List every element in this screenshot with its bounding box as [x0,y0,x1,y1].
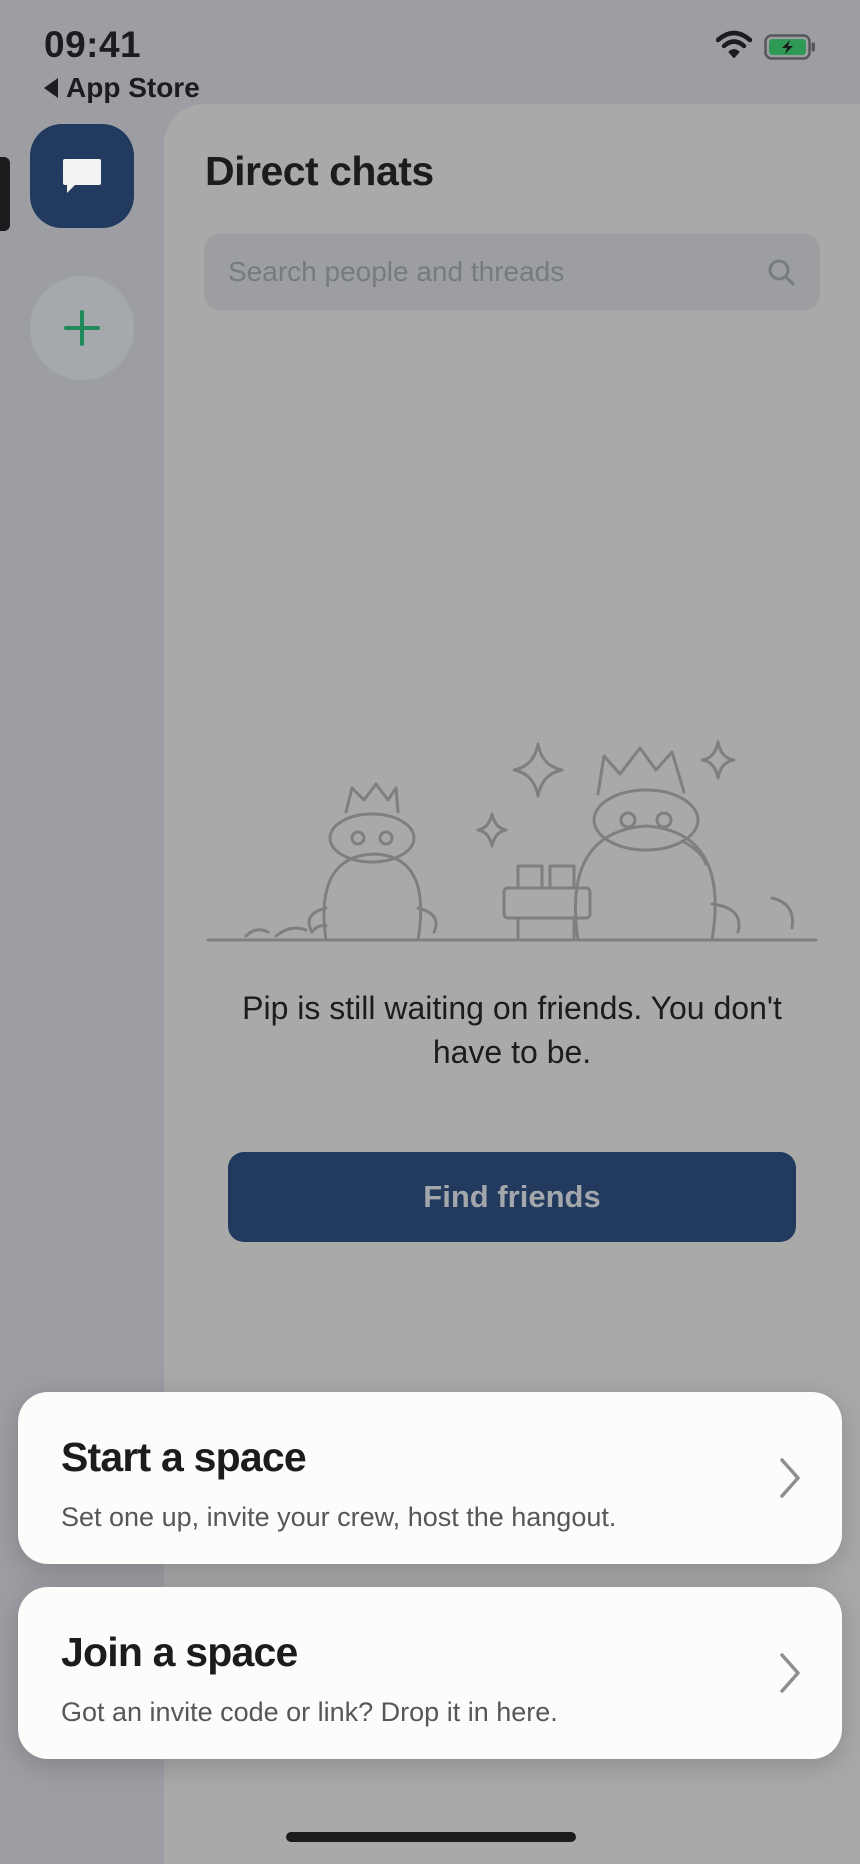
option-title: Start a space [61,1434,307,1480]
empty-state-illustration [206,740,818,942]
back-to-app-store-link[interactable]: App Store [44,72,200,104]
option-subtitle: Set one up, invite your crew, host the h… [61,1502,617,1532]
page-title: Direct chats [205,148,434,194]
home-indicator[interactable] [286,1832,576,1842]
chevron-right-icon [780,1458,800,1498]
back-link-label: App Store [66,72,200,103]
wifi-icon [716,30,752,58]
rail-direct-chats-button[interactable] [30,124,134,228]
rail-selected-indicator [0,157,10,231]
search-placeholder: Search people and threads [228,256,565,287]
plus-icon [64,310,100,346]
search-icon [768,259,795,286]
join-space-option[interactable]: Join a space Got an invite code or link?… [18,1587,842,1759]
option-title: Join a space [61,1629,298,1675]
status-time: 09:41 [44,24,142,65]
rail-add-space-button[interactable] [30,276,134,380]
battery-charging-icon [764,34,815,60]
find-friends-button[interactable]: Find friends [228,1152,796,1242]
empty-state-message: Pip is still waiting on friends. You don… [242,990,782,1070]
chevron-right-icon [780,1653,800,1693]
start-space-option[interactable]: Start a space Set one up, invite your cr… [18,1392,842,1564]
chat-bubble-icon [63,159,101,193]
back-triangle-icon [44,78,58,98]
search-input[interactable]: Search people and threads [204,234,820,310]
option-subtitle: Got an invite code or link? Drop it in h… [61,1697,558,1727]
